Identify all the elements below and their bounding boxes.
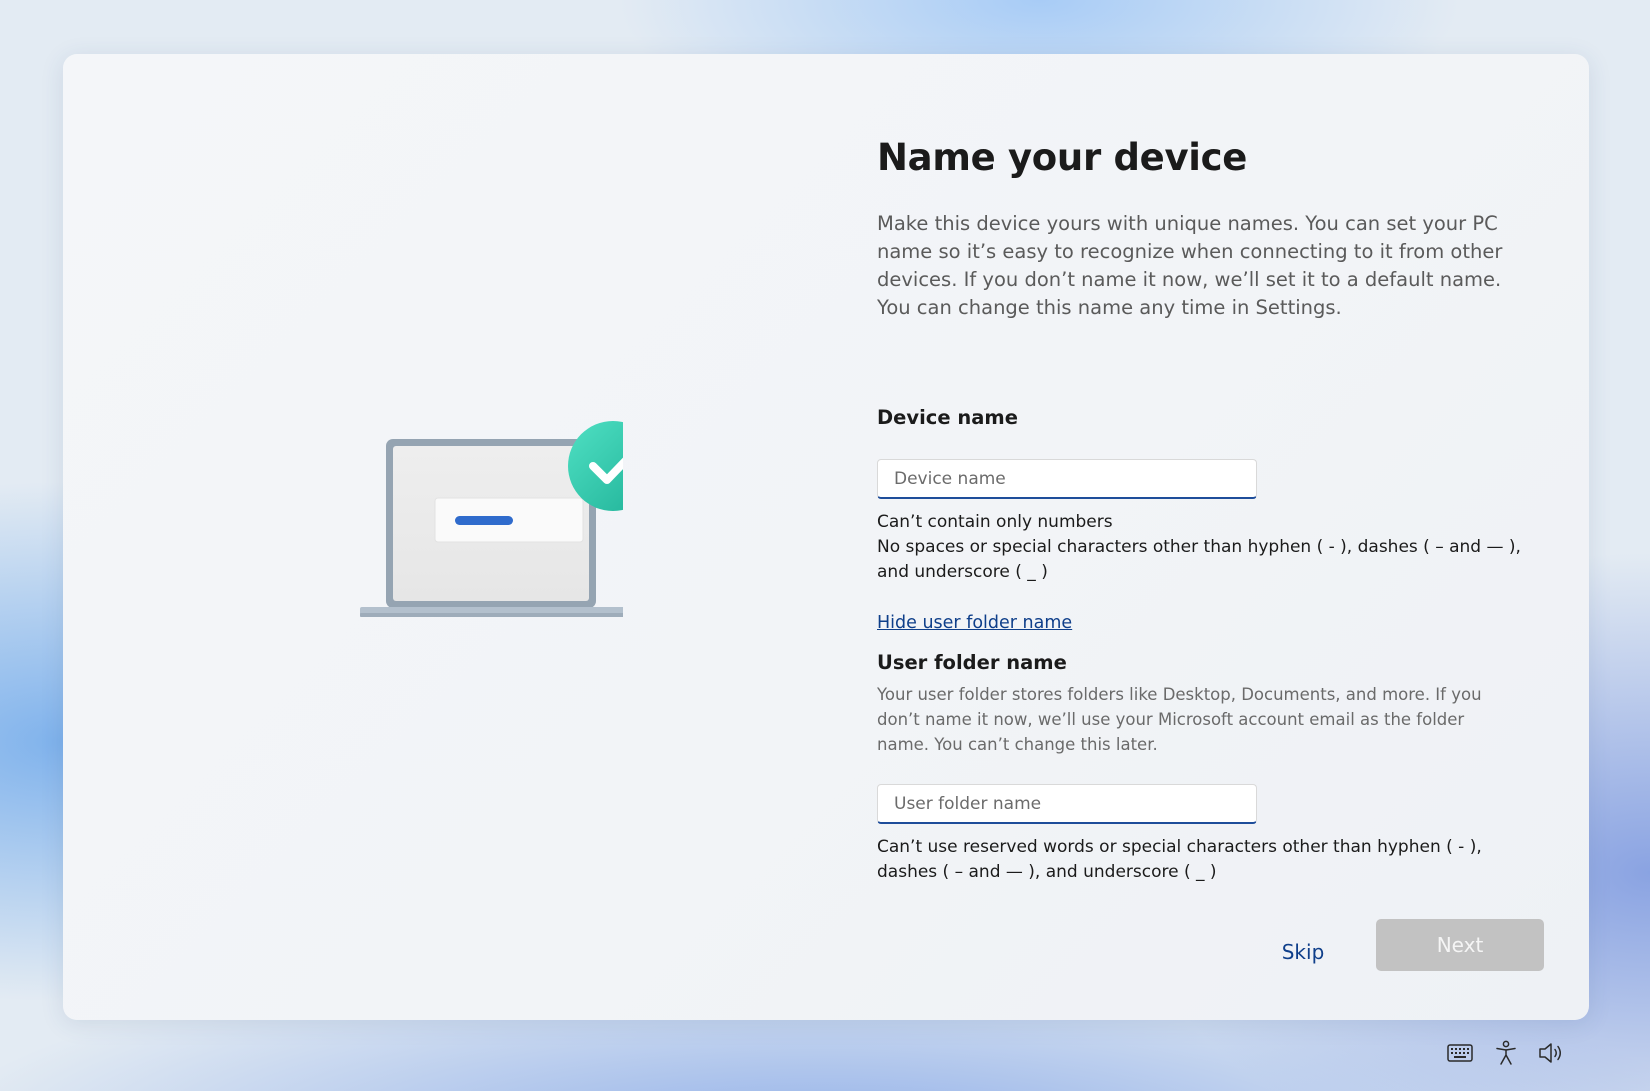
device-name-label: Device name [877,406,1018,429]
page-description: Make this device yours with unique names… [877,212,1503,319]
next-button[interactable]: Next [1376,919,1544,971]
user-folder-label: User folder name [877,651,1067,674]
user-folder-field[interactable] [877,784,1257,824]
hide-user-folder-link[interactable]: Hide user folder name [877,613,1072,633]
user-folder-description: Your user folder stores folders like Des… [877,685,1482,754]
system-tray [1446,1038,1566,1068]
accessibility-icon[interactable] [1492,1039,1520,1067]
user-folder-rule: Can’t use reserved words or special char… [877,837,1482,882]
device-name-rules: Can’t contain only numbers No spaces or … [877,510,1537,585]
volume-icon[interactable] [1538,1039,1566,1067]
device-name-input[interactable] [892,467,1256,490]
page-title: Name your device [877,136,1248,179]
setup-dialog: Name your device Make this device yours … [63,54,1589,1020]
device-name-field[interactable] [877,459,1257,499]
device-name-rule-characters: No spaces or special characters other th… [877,537,1521,582]
user-folder-input[interactable] [892,792,1256,815]
skip-button[interactable]: Skip [1260,932,1346,972]
keyboard-icon[interactable] [1446,1039,1474,1067]
device-name-rule-numbers: Can’t contain only numbers [877,512,1113,532]
laptop-illustration [303,394,623,624]
